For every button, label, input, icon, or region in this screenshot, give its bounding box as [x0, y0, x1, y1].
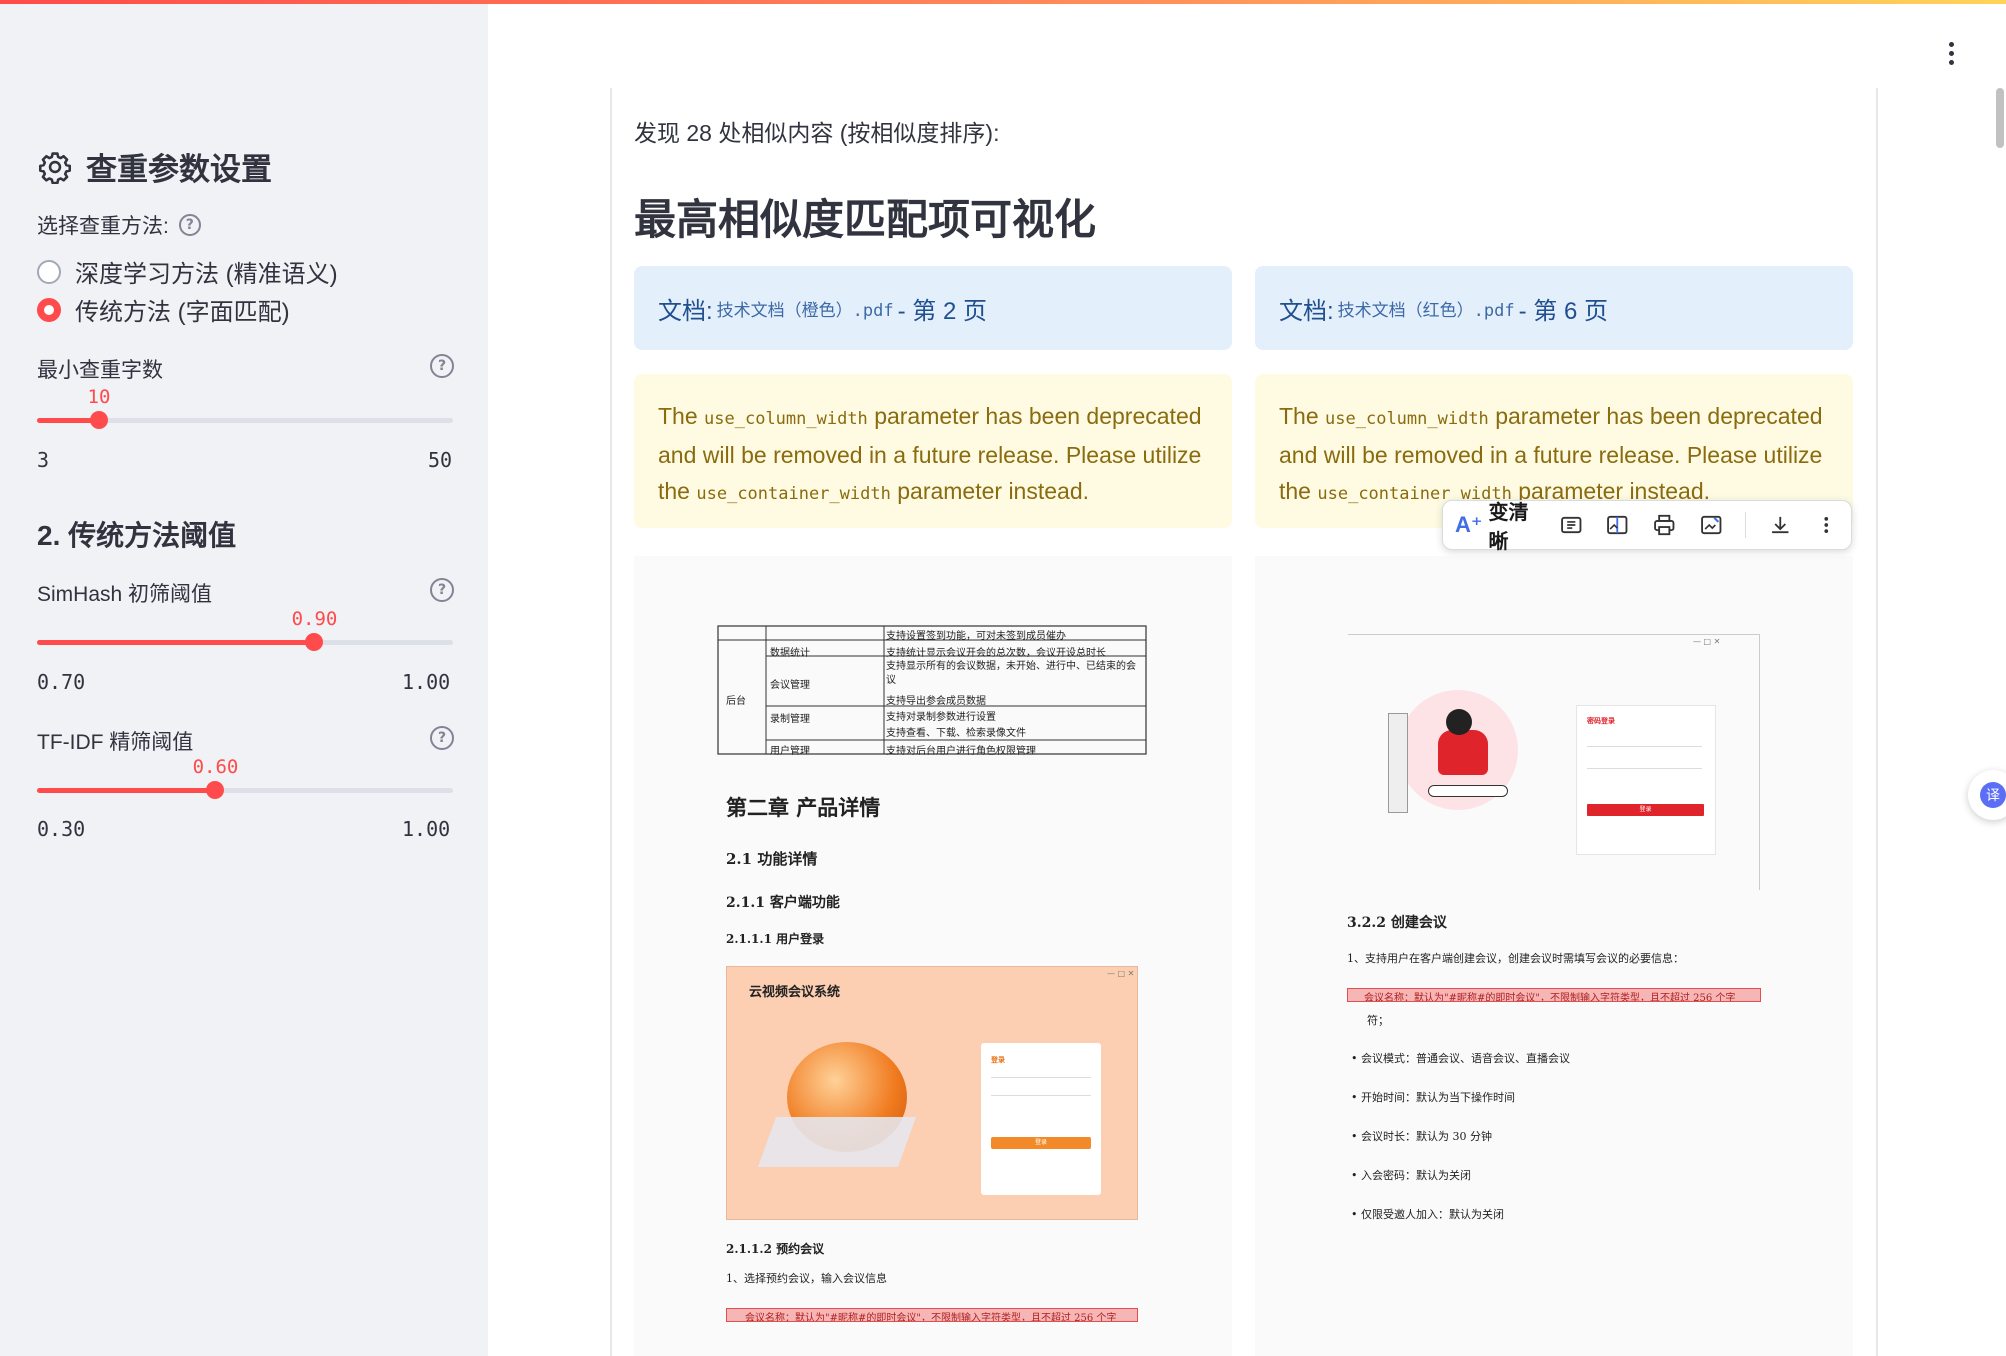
sidebar-title-text: 查重参数设置	[86, 152, 272, 187]
section-traditional-thresholds: 2. 传统方法阈值	[37, 520, 237, 551]
more-icon[interactable]	[1814, 511, 1839, 539]
help-icon[interactable]: ?	[430, 354, 454, 378]
main-menu-icon[interactable]	[1943, 42, 1959, 66]
ocr-icon[interactable]	[1559, 511, 1584, 539]
help-icon[interactable]: ?	[178, 214, 201, 236]
chapter-heading: 第二章 产品详情	[726, 795, 881, 820]
right-doc-filename: 技术文档（红色）.pdf	[1337, 300, 1515, 321]
translate-button[interactable]: 译	[1968, 770, 2006, 820]
right-doc-info: 文档: 技术文档（红色）.pdf - 第 6 页	[1255, 266, 1853, 350]
slider-max: 1.00	[402, 670, 451, 694]
help-icon[interactable]: ?	[430, 726, 454, 750]
min-chars-label: 最小查重字数	[37, 359, 163, 382]
slider-thumb[interactable]	[89, 411, 108, 429]
min-chars-slider[interactable]	[37, 411, 453, 429]
radio-unchecked-icon[interactable]	[37, 259, 61, 284]
tfidf-slider[interactable]	[37, 781, 453, 799]
slider-min: 0.30	[37, 817, 86, 841]
slider-min: 0.70	[37, 670, 86, 694]
login-card: 密码登录 登录	[1576, 705, 1716, 855]
simhash-label: SimHash 初筛阈值	[37, 583, 213, 606]
slider-max: 50	[428, 448, 453, 472]
ai-icon: A⁺	[1455, 512, 1483, 537]
edit-image-icon[interactable]	[1699, 511, 1724, 539]
page-heading: 最高相似度匹配项可视化	[634, 196, 1097, 243]
slider-thumb[interactable]	[305, 633, 324, 651]
slider-min: 3	[37, 448, 50, 472]
gear-icon	[38, 151, 72, 184]
simhash-slider[interactable]	[37, 633, 453, 651]
radio-deep-learning[interactable]: 深度学习方法 (精准语义)	[37, 254, 338, 289]
app-login-screenshot: — □ ✕ 密码登录 登录	[1348, 634, 1760, 890]
right-page-image: — □ ✕ 密码登录 登录 3.2.2 创建会议 1、支持用户在客户端创建会议，…	[1255, 556, 1853, 1356]
slider-value: 0.90	[291, 608, 338, 630]
slider-max: 1.00	[402, 817, 451, 841]
toolbar-divider	[1745, 512, 1746, 538]
translate-icon: 译	[1980, 782, 2006, 808]
left-doc-info: 文档: 技术文档（橙色）.pdf - 第 2 页	[634, 266, 1232, 350]
slider-fill	[37, 788, 216, 793]
slider-value: 0.60	[192, 756, 239, 778]
left-deprecation-warning: The use_column_width parameter has been …	[634, 374, 1232, 528]
tfidf-label: TF-IDF 精筛阈值	[37, 731, 194, 754]
found-count-text: 发现 28 处相似内容 (按相似度排序):	[634, 120, 1000, 146]
download-icon[interactable]	[1768, 511, 1793, 539]
left-doc-filename: 技术文档（橙色）.pdf	[716, 300, 894, 321]
radio-checked-icon[interactable]	[37, 297, 61, 322]
app-login-screenshot: 云视频会议系统 — □ ✕ 登录 登录	[726, 966, 1138, 1220]
radio-traditional[interactable]: 传统方法 (字面匹配)	[37, 292, 290, 327]
left-page-image: 支持设置签到功能，可对未签到成员催办 数据统计 支持统计显示会议开会的总次数，会…	[634, 556, 1232, 1356]
scrollbar-thumb[interactable]	[1996, 88, 2004, 148]
highlighted-match: 会议名称：默认为"#昵称#的即时会议"，不限制输入字符类型，且不超过 256 个…	[726, 1308, 1138, 1322]
slider-value: 10	[87, 386, 111, 408]
slider-thumb[interactable]	[206, 781, 225, 799]
enhance-button[interactable]: A⁺ 变清晰	[1455, 496, 1537, 554]
sidebar: 查重参数设置 选择查重方法: ? 深度学习方法 (精准语义) 传统方法 (字面匹…	[0, 4, 488, 1356]
login-card: 登录 登录	[981, 1043, 1101, 1195]
compare-icon[interactable]	[1605, 511, 1630, 539]
method-label: 选择查重方法: ?	[37, 210, 201, 240]
sidebar-title: 查重参数设置	[38, 144, 272, 189]
slider-fill	[37, 640, 315, 645]
help-icon[interactable]: ?	[430, 578, 454, 602]
image-toolbar: A⁺ 变清晰	[1442, 500, 1852, 553]
highlighted-match: 会议名称：默认为"#昵称#的即时会议"，不限制输入字符类型，且不超过 256 个…	[1347, 988, 1761, 1002]
print-icon[interactable]	[1652, 511, 1677, 539]
